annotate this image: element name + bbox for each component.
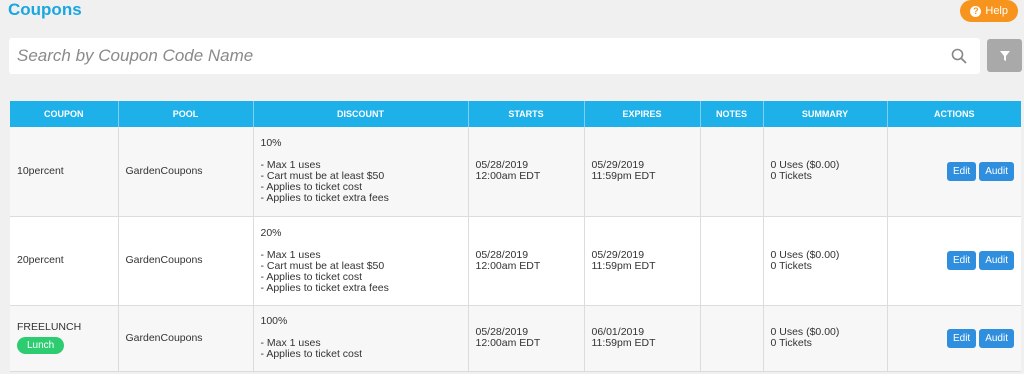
summary-tickets: 0 Tickets — [770, 259, 812, 272]
discount-percent: 10% — [260, 137, 282, 150]
discount-rule: - Cart must be at least $50 — [260, 259, 385, 272]
discount-rule: - Applies to ticket extra fees — [260, 192, 389, 205]
discount-cell: 20% - Max 1 uses - Cart must be at least… — [253, 216, 469, 306]
search-input[interactable] — [9, 38, 929, 74]
filter-button[interactable] — [987, 39, 1022, 72]
column-header-discount[interactable]: DISCOUNT — [253, 101, 469, 127]
notes-cell — [700, 216, 764, 306]
discount-percent: 20% — [260, 226, 282, 239]
coupon-name: FREELUNCH — [17, 321, 82, 333]
discount-rule: - Applies to ticket extra fees — [260, 281, 389, 294]
discount-cell: 100% - Max 1 uses - Applies to ticket co… — [253, 305, 469, 372]
discount-rule: - Applies to ticket cost — [260, 270, 363, 283]
starts-time: 12:00am EDT — [475, 337, 541, 349]
actions-cell: Edit Audit — [887, 305, 1021, 372]
discount-rule: - Applies to ticket cost — [260, 348, 363, 360]
pool-name: GardenCoupons — [118, 127, 254, 217]
starts-date: 05/28/2019 — [475, 248, 529, 261]
table-row: 20percent GardenCoupons 20% - Max 1 uses… — [10, 216, 1021, 306]
expires-cell: 06/01/2019 11:59pm EDT — [584, 305, 701, 372]
expires-time: 11:59pm EDT — [591, 337, 656, 349]
column-header-pool[interactable]: POOL — [118, 101, 254, 127]
search-icon[interactable] — [951, 48, 967, 64]
table-row: 10percent GardenCoupons 10% - Max 1 uses… — [10, 127, 1021, 217]
starts-cell: 05/28/2019 12:00am EDT — [468, 305, 585, 372]
expires-date: 05/29/2019 — [591, 248, 645, 261]
starts-cell: 05/28/2019 12:00am EDT — [468, 216, 585, 306]
audit-button[interactable]: Audit — [979, 161, 1014, 181]
expires-cell: 05/29/2019 11:59pm EDT — [584, 127, 701, 217]
page-title: Coupons — [8, 0, 82, 19]
discount-rule: - Max 1 uses — [260, 248, 321, 261]
coupon-name: 20percent — [10, 216, 119, 306]
filter-icon — [999, 50, 1010, 61]
actions-cell: Edit Audit — [887, 127, 1021, 217]
column-header-expires[interactable]: EXPIRES — [584, 101, 701, 127]
expires-cell: 05/29/2019 11:59pm EDT — [584, 216, 701, 306]
summary-uses: 0 Uses ($0.00) — [770, 248, 840, 261]
coupon-tag[interactable]: Lunch — [17, 337, 65, 354]
column-header-starts[interactable]: STARTS — [468, 101, 585, 127]
starts-time: 12:00am EDT — [475, 170, 541, 183]
edit-button[interactable]: Edit — [946, 161, 977, 181]
summary-cell: 0 Uses ($0.00) 0 Tickets — [763, 305, 888, 372]
table-header-row: COUPON POOL DISCOUNT STARTS EXPIRES NOTE… — [10, 101, 1021, 127]
summary-tickets: 0 Tickets — [770, 337, 812, 349]
starts-cell: 05/28/2019 12:00am EDT — [468, 127, 585, 217]
column-header-coupon[interactable]: COUPON — [10, 101, 119, 127]
help-label: Help — [985, 5, 1008, 17]
expires-time: 11:59pm EDT — [591, 259, 656, 272]
summary-cell: 0 Uses ($0.00) 0 Tickets — [763, 127, 888, 217]
column-header-notes[interactable]: NOTES — [700, 101, 764, 127]
summary-tickets: 0 Tickets — [770, 170, 812, 183]
table-row: FREELUNCH Lunch GardenCoupons 100% - Max… — [10, 305, 1021, 372]
starts-time: 12:00am EDT — [475, 259, 541, 272]
column-header-summary[interactable]: SUMMARY — [763, 101, 888, 127]
notes-cell — [700, 127, 764, 217]
notes-cell — [700, 305, 764, 372]
search-bar — [9, 38, 980, 74]
coupons-table: COUPON POOL DISCOUNT STARTS EXPIRES NOTE… — [10, 101, 1021, 372]
help-button[interactable]: ? Help — [960, 0, 1018, 22]
question-icon: ? — [970, 5, 982, 17]
summary-cell: 0 Uses ($0.00) 0 Tickets — [763, 216, 888, 306]
edit-button[interactable]: Edit — [946, 328, 977, 348]
expires-time: 11:59pm EDT — [591, 170, 656, 183]
pool-name: GardenCoupons — [118, 216, 254, 306]
audit-button[interactable]: Audit — [979, 328, 1014, 348]
pool-name: GardenCoupons — [118, 305, 254, 372]
edit-button[interactable]: Edit — [946, 251, 977, 270]
coupon-name: 10percent — [10, 127, 119, 217]
column-header-actions: ACTIONS — [887, 101, 1021, 127]
audit-button[interactable]: Audit — [979, 251, 1014, 270]
actions-cell: Edit Audit — [887, 216, 1021, 306]
discount-cell: 10% - Max 1 uses - Cart must be at least… — [253, 127, 469, 217]
coupon-cell: FREELUNCH Lunch — [10, 305, 119, 372]
discount-percent: 100% — [260, 315, 288, 327]
